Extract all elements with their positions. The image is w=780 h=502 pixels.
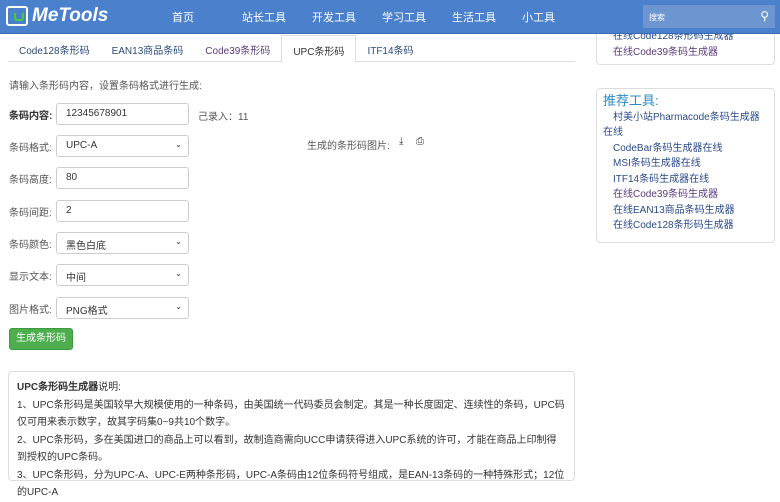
sidebar-link[interactable]: ITF14条码生成器在线 bbox=[603, 172, 768, 188]
tab-itf14[interactable]: ITF14条码 bbox=[356, 35, 424, 62]
intro-text: 请输入条形码内容，设置条码格式进行生成: bbox=[9, 81, 202, 92]
nav-home[interactable]: 首页 bbox=[160, 9, 230, 25]
recommend-title: 推荐工具: bbox=[603, 93, 659, 108]
logo-front[interactable]: MeTools bbox=[6, 5, 108, 27]
description-title: UPC条形码生成器 bbox=[17, 382, 99, 393]
chevron-down-icon: ⌄ bbox=[175, 302, 182, 311]
nav-life[interactable]: 生活工具 bbox=[440, 9, 510, 25]
format-label: 条码格式: bbox=[9, 142, 52, 154]
tab-upc[interactable]: UPC条形码 bbox=[281, 35, 357, 63]
color-select[interactable]: 黑色白底 ⌄ bbox=[56, 232, 189, 254]
nav-tools[interactable]: 小工具 bbox=[510, 9, 580, 25]
content-label: 条码内容: bbox=[9, 110, 53, 122]
sidebar-link[interactable]: 在线Code128条形码生成器 bbox=[603, 218, 768, 234]
sidebar-link[interactable]: 在线Code39条码生成器 bbox=[603, 45, 768, 61]
char-count: 己录入：11 bbox=[198, 112, 249, 123]
sidebar-recommend: 推荐工具: 村美小站Pharmacode条码生成器在线 CodeBar条码生成器… bbox=[596, 88, 775, 243]
spacing-input[interactable]: 2 bbox=[56, 200, 189, 222]
sidebar-link[interactable]: 在线Code39条码生成器 bbox=[603, 187, 768, 203]
sidebar-link[interactable]: 村美小站Pharmacode条码生成器在线 bbox=[603, 110, 768, 141]
sidebar-link[interactable]: 在线EAN13商品条码生成器 bbox=[603, 203, 768, 219]
text-select[interactable]: 中间 ⌄ bbox=[56, 264, 189, 286]
print-icon[interactable]: ⎙ bbox=[416, 136, 424, 147]
description-box: UPC条形码生成器说明: 1、UPC条形码是美国较早大规模使用的一种条码，由美国… bbox=[8, 371, 575, 498]
search-input[interactable]: 搜索⚲ bbox=[643, 5, 775, 28]
description-line: 3、UPC条形码，分为UPC-A、UPC-E两种条形码，UPC-A条码由12位条… bbox=[17, 469, 565, 499]
nav-webmaster[interactable]: 站长工具 bbox=[230, 9, 300, 25]
spacing-label: 条码间距: bbox=[9, 207, 52, 219]
chevron-down-icon: ⌄ bbox=[175, 237, 182, 246]
toolbox-icon bbox=[6, 6, 28, 26]
chevron-down-icon: ⌄ bbox=[175, 269, 182, 278]
chevron-down-icon: ⌄ bbox=[175, 140, 182, 149]
height-input[interactable]: 80 bbox=[56, 167, 189, 189]
sidebar-link[interactable]: MSI条码生成器在线 bbox=[603, 156, 768, 172]
tab-code128[interactable]: Code128条形码 bbox=[8, 35, 101, 62]
content-input[interactable]: 12345678901 bbox=[56, 103, 189, 125]
nav-study[interactable]: 学习工具 bbox=[370, 9, 440, 25]
barcode-tabs: Code128条形码 EAN13商品条码 Code39条形码 UPC条形码 IT… bbox=[8, 35, 575, 63]
tab-code39[interactable]: Code39条形码 bbox=[194, 35, 281, 62]
tab-ean13[interactable]: EAN13商品条码 bbox=[101, 35, 195, 62]
image-format-select[interactable]: PNG格式 ⌄ bbox=[56, 297, 189, 319]
color-label: 条码颜色: bbox=[9, 239, 52, 251]
height-label: 条码高度: bbox=[9, 174, 52, 186]
generate-button[interactable]: 生成条形码 bbox=[9, 328, 73, 350]
text-label: 显示文本: bbox=[9, 271, 52, 283]
description-line: 2、UPC条形码，多在美国进口的商品上可以看到，故制造商需向UCC申请获得进入U… bbox=[17, 434, 557, 464]
description-line: 1、UPC条形码是美国较早大规模使用的一种条码，由美国统一代码委员会制定。其是一… bbox=[17, 399, 565, 429]
sidebar-link[interactable]: CodeBar条码生成器在线 bbox=[603, 141, 768, 157]
result-label: 生成的条形码图片: bbox=[307, 141, 390, 152]
search-icon[interactable]: ⚲ bbox=[760, 9, 769, 23]
format-select[interactable]: UPC-A ⌄ bbox=[56, 135, 189, 157]
nav-front: MeTools 首页 站长工具 开发工具 学习工具 生活工具 小工具 搜索 ⚲ bbox=[0, 0, 780, 34]
image-label: 图片格式: bbox=[9, 304, 52, 316]
download-icon[interactable]: ⤓ bbox=[399, 136, 403, 147]
nav-dev[interactable]: 开发工具 bbox=[300, 9, 370, 25]
